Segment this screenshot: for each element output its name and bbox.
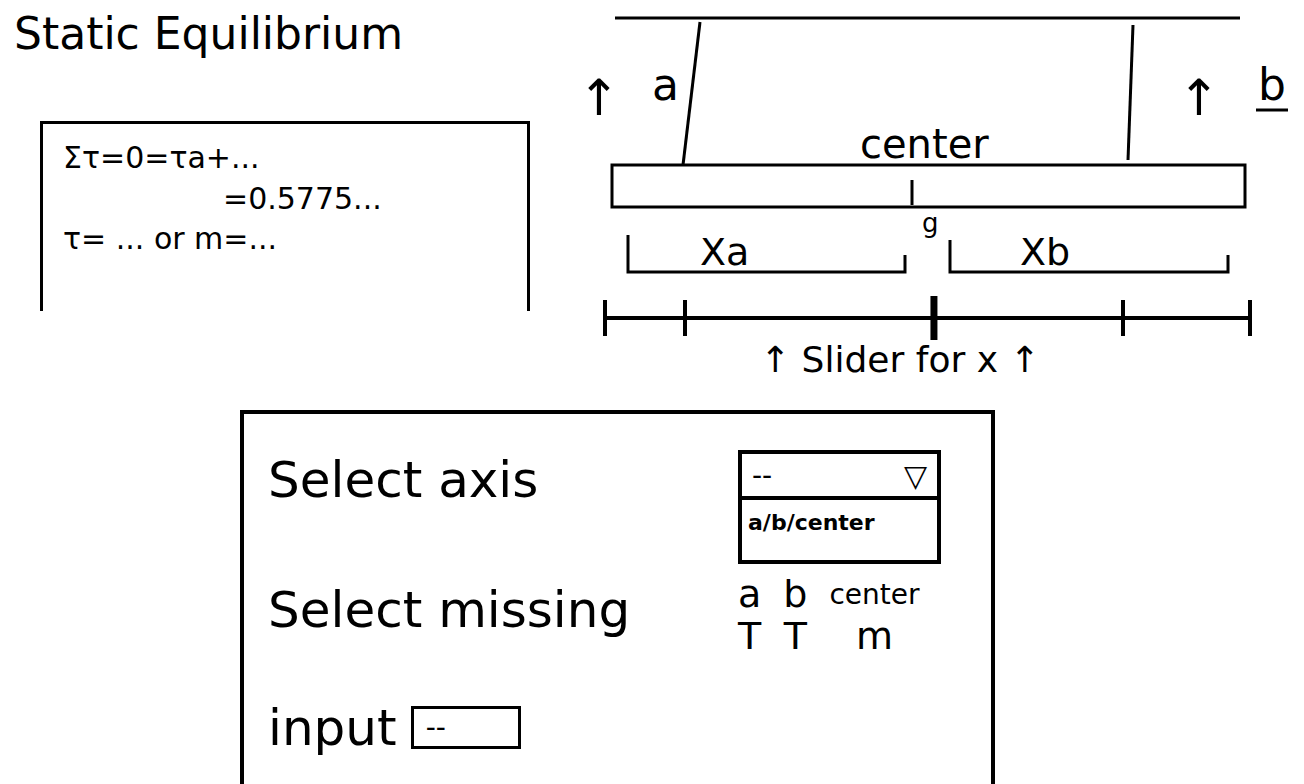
center-mark bbox=[911, 180, 914, 205]
b-underline bbox=[1256, 109, 1288, 112]
option-name: center bbox=[829, 574, 919, 616]
string-b-label: b bbox=[1258, 59, 1286, 110]
string-a-label: a bbox=[652, 59, 679, 110]
slider-tick bbox=[1121, 300, 1125, 336]
string-a bbox=[683, 22, 700, 165]
axis-label: Select axis bbox=[268, 450, 738, 510]
formula-line: Στ=0=τa+... bbox=[63, 138, 507, 179]
dropdown-value: -- bbox=[752, 459, 772, 492]
axis-row: Select axis -- ▽ a/b/center bbox=[268, 450, 969, 580]
option-unit: m bbox=[829, 616, 919, 658]
option-name: b bbox=[783, 574, 807, 616]
dropdown-list[interactable]: a/b/center bbox=[742, 500, 937, 560]
page-title: Static Equilibrium bbox=[14, 8, 560, 59]
top-area: Static Equilibrium Στ=0=τa+...=0.5775...… bbox=[0, 0, 1304, 400]
slider-label: ↑ Slider for x ↑ bbox=[760, 339, 1040, 380]
xb-bracket bbox=[950, 240, 1228, 272]
tension-b-arrow-icon: ↑ bbox=[1178, 69, 1220, 127]
slider-tick bbox=[603, 300, 607, 336]
beam bbox=[612, 165, 1245, 207]
string-b bbox=[1128, 25, 1133, 160]
option-unit: T bbox=[783, 616, 807, 658]
option-unit: T bbox=[738, 616, 761, 658]
center-label: center bbox=[860, 121, 989, 167]
dropdown-head[interactable]: -- ▽ bbox=[742, 454, 937, 500]
slider-track[interactable] bbox=[605, 316, 1250, 320]
missing-option[interactable]: a T bbox=[738, 574, 761, 658]
left-column: Static Equilibrium Στ=0=τa+...=0.5775...… bbox=[0, 0, 560, 400]
missing-options: a Tb Tcenter m bbox=[738, 574, 969, 658]
beam-diagram: ↑ a ↑ b center g Xa Xb ↑ Slider for x ↑ bbox=[560, 0, 1304, 400]
ceiling bbox=[615, 17, 1240, 20]
formula-line: τ= ... or m=... bbox=[63, 219, 507, 260]
page: Static Equilibrium Στ=0=τa+...=0.5775...… bbox=[0, 0, 1304, 784]
missing-option[interactable]: b T bbox=[783, 574, 807, 658]
axis-dropdown[interactable]: -- ▽ a/b/center bbox=[738, 450, 941, 564]
xa-label: Xa bbox=[700, 230, 749, 274]
dropdown-arrow-icon[interactable]: ▽ bbox=[904, 458, 927, 493]
input-label: input bbox=[268, 698, 397, 758]
missing-label: Select missing bbox=[268, 580, 738, 640]
formula-box: Στ=0=τa+...=0.5775...τ= ... or m=... bbox=[40, 121, 530, 311]
formula-line: =0.5775... bbox=[63, 179, 507, 220]
xb-label: Xb bbox=[1020, 230, 1070, 274]
tension-a-arrow-icon: ↑ bbox=[578, 69, 620, 127]
control-panel: Select axis -- ▽ a/b/center Select missi… bbox=[240, 410, 995, 784]
gravity-label: g bbox=[922, 208, 939, 238]
slider-tick bbox=[683, 300, 687, 336]
missing-row: Select missing a Tb Tcenter m bbox=[268, 580, 969, 658]
slider-tick bbox=[1248, 300, 1252, 336]
xa-bracket bbox=[628, 235, 905, 272]
input-row: input -- bbox=[268, 698, 969, 758]
missing-option[interactable]: center m bbox=[829, 574, 919, 658]
slider-thumb[interactable] bbox=[930, 296, 937, 340]
input-field[interactable]: -- bbox=[411, 706, 521, 749]
option-name: a bbox=[738, 574, 761, 616]
